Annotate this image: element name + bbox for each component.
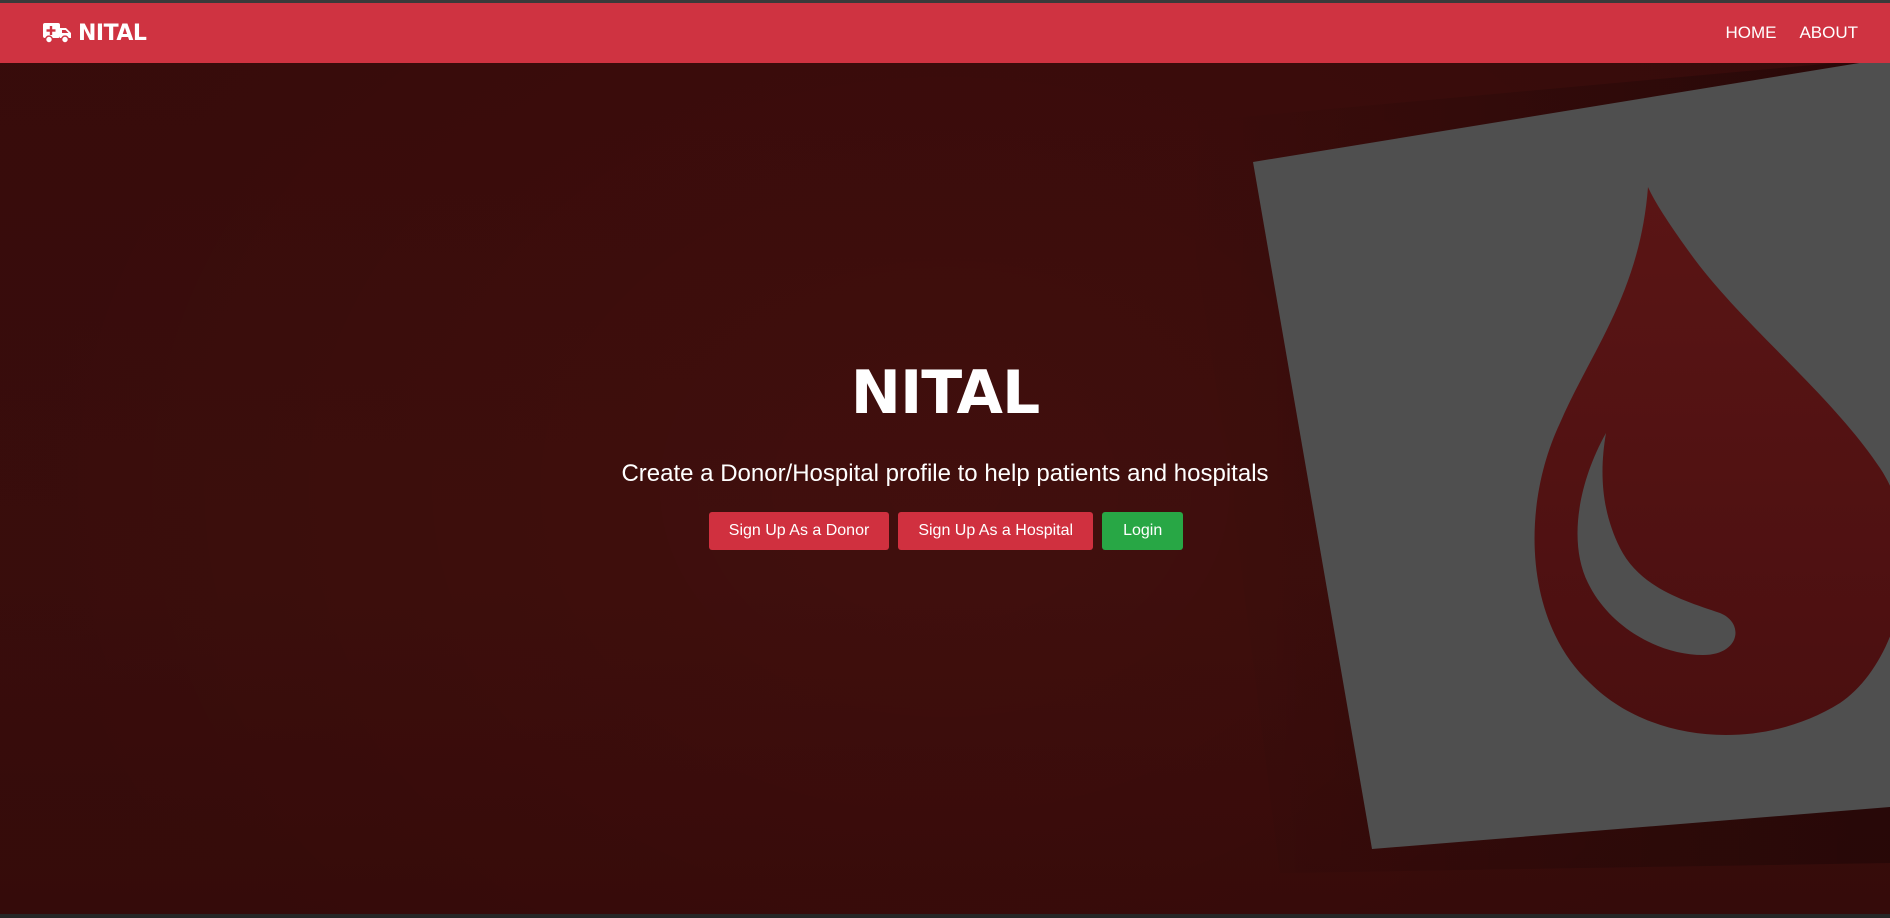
nav-about-link[interactable]: ABOUT — [1799, 23, 1858, 43]
hero-buttons: Sign Up As a Donor Sign Up As a Hospital… — [0, 512, 1890, 550]
page: NITAL HOME ABOUT NITAL Create a Donor/Ho… — [0, 0, 1890, 918]
top-navbar: NITAL HOME ABOUT — [0, 3, 1890, 63]
hero-section: NITAL Create a Donor/Hospital profile to… — [0, 63, 1890, 914]
signup-hospital-button[interactable]: Sign Up As a Hospital — [898, 512, 1094, 550]
nav-home-link[interactable]: HOME — [1725, 23, 1776, 43]
hero-subtitle: Create a Donor/Hospital profile to help … — [621, 460, 1269, 487]
ambulance-icon — [42, 21, 72, 45]
brand-name: NITAL — [78, 20, 147, 46]
nav-links: HOME ABOUT — [1702, 23, 1858, 43]
login-button[interactable]: Login — [1102, 512, 1184, 550]
brand-link[interactable]: NITAL — [42, 20, 147, 46]
window-bottom-border — [0, 914, 1890, 918]
signup-donor-button[interactable]: Sign Up As a Donor — [708, 512, 890, 550]
hero-content: NITAL Create a Donor/Hospital profile to… — [0, 63, 1890, 914]
hero-title: NITAL — [850, 358, 1040, 428]
